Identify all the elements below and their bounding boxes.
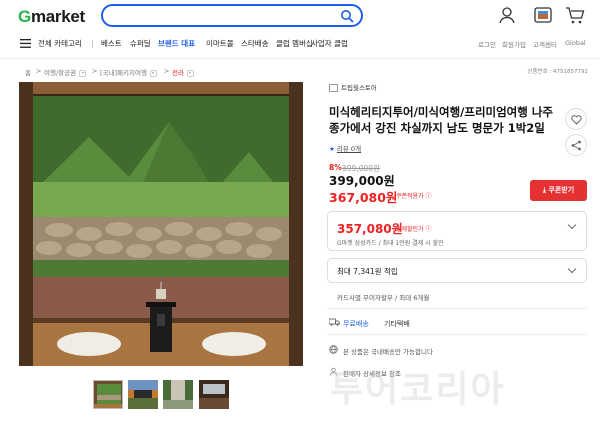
coupon-button-label: 쿠폰받기 [548,186,575,194]
user-icon[interactable] [497,5,517,25]
breadcrumb-separator: > [36,67,42,75]
globe-icon [329,345,338,354]
global-link[interactable]: Global [565,39,586,47]
thumbnail-3[interactable] [163,380,193,409]
chevron-down-icon [149,69,157,77]
share-button[interactable] [565,134,587,156]
header-divider [0,58,600,59]
wishlist-button[interactable] [565,108,587,130]
review-link[interactable]: ★ 리뷰 0개 [329,143,361,153]
card-discount-label: 결제할인가 ⓘ [396,226,432,233]
domestic-shipping-notice: 본 상품은 국내배송만 가능합니다 [343,348,433,356]
breadcrumb-level2[interactable]: [국내]패키지여행 [100,67,157,77]
product-title: 미식헤리티지투어/미식여행/프리미엄여행 나주 종가에서 강진 차실까지 남도 … [329,105,554,135]
installment-info: 카드사별 무이자할부 / 최대 6개월 [337,294,430,302]
download-icon: ⤓ [542,186,546,194]
thumbnail-2[interactable] [128,380,158,409]
thumbnail-image [94,381,122,408]
section-divider [327,334,587,335]
signup-link[interactable]: 회원가입 [502,39,526,49]
breadcrumb-level2-label: [국내]패키지여행 [100,69,147,77]
thumbnail-image [163,380,193,409]
breadcrumb-level1-label: 여행/항공권 [44,69,77,77]
customer-center-link[interactable]: 고객센터 [533,39,557,49]
cart-icon[interactable] [565,5,585,25]
product-number: 상품번호 : 4751857792 [527,69,588,75]
heart-icon [571,115,582,125]
thumbnail-1[interactable] [93,380,123,409]
share-icon [571,140,581,151]
card-discount-desc: G마켓 삼성카드 / 최대 1만원 결제 시 할인 [337,240,444,247]
nav-brand[interactable]: 브랜드 대표 [158,38,195,49]
coupon-price-label[interactable]: 쿠폰적용가 ⓘ [396,191,432,200]
review-count: 리뷰 0개 [336,145,362,153]
nav-emart[interactable]: 이마트몰 [206,38,234,49]
card-discount-price: 357,080원 [337,222,403,236]
breadcrumb-separator: > [164,67,170,75]
breadcrumb-separator: > [92,67,98,75]
shipping-method: 기타택배 [384,320,410,328]
store-link[interactable]: 트립웟스토어 [329,82,377,92]
search-bar[interactable] [101,4,363,27]
search-input[interactable] [113,9,333,22]
nav-club-membership[interactable]: 클럽 멤버십 [276,38,313,49]
all-categories-button[interactable]: 전체 카테고리 [38,38,82,49]
truck-icon [329,318,340,326]
tea-room-photo [19,82,303,366]
discount-percent: 8% [329,163,342,172]
search-icon[interactable] [340,9,354,23]
shipping-free[interactable]: 무료배송 [343,319,369,329]
store-name: 트립웟스토어 [341,84,377,92]
chevron-down-icon [186,69,194,77]
chevron-down-icon [567,220,577,230]
thumbnail-image [128,380,158,409]
breadcrumb-home[interactable]: 홈 [25,67,31,77]
chevron-down-icon [79,69,87,77]
store-icon [329,84,338,92]
nav-superdeal[interactable]: 슈퍼딜 [130,38,151,49]
thumbnail-4[interactable] [199,380,229,409]
section-divider [327,308,587,309]
breadcrumb-level3[interactable]: 전라 [172,67,194,77]
breadcrumb-level3-label: 전라 [172,69,184,77]
points-box[interactable]: 최대 7,341원 적립 [327,258,587,283]
nav-divider [92,40,93,48]
thumbnail-image [199,380,229,409]
gmarket-logo[interactable]: Gmarket [18,7,85,27]
menu-icon[interactable] [20,39,31,48]
breadcrumb-level1[interactable]: 여행/항공권 [44,67,87,77]
chevron-down-icon [567,264,577,274]
product-main-image[interactable] [19,82,303,366]
card-discount-box[interactable]: 357,080원 결제할인가 ⓘ G마켓 삼성카드 / 최대 1만원 결제 시 … [327,211,587,251]
main-nav: 전체 카테고리 베스트 슈퍼딜 브랜드 대표 이마트몰 스타배송 클럽 멤버십 … [0,34,600,54]
login-link[interactable]: 로그인 [478,39,496,49]
nav-star-delivery[interactable]: 스타배송 [241,38,269,49]
recent-view-icon[interactable] [533,5,553,25]
points-text: 최대 7,341원 적립 [337,267,398,276]
get-coupon-button[interactable]: ⤓ 쿠폰받기 [530,180,587,201]
watermark: 투어코리아 [330,369,506,410]
nav-best[interactable]: 베스트 [101,38,122,49]
star-icon: ★ [329,145,335,153]
coupon-price: 367,080원 [329,190,398,205]
nav-business-club[interactable]: 사업자 클럽 [311,38,348,49]
